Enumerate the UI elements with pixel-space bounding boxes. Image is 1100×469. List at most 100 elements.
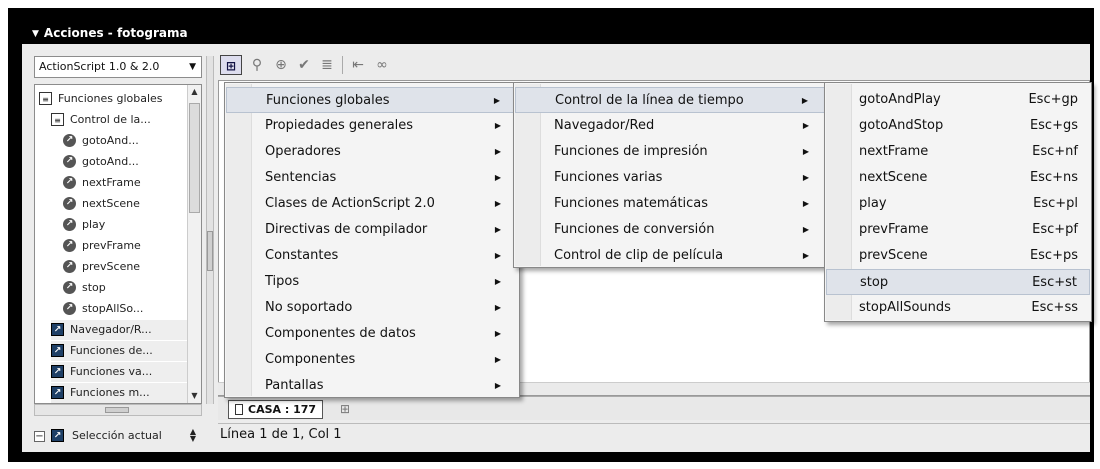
tree-item[interactable]: ↗ nextScene — [63, 194, 140, 214]
function-icon: ↗ — [63, 217, 76, 231]
add-action-menu: Funciones globales ▶ Propiedades generales… — [224, 82, 520, 398]
actionscript-version-select[interactable]: ActionScript 1.0 & 2.0 ▼ — [34, 56, 202, 78]
menu-item[interactable]: prevScene Esc+ps — [826, 243, 1090, 269]
tree-item[interactable]: ↗ stopAllSo... — [63, 299, 143, 319]
tree-item[interactable]: ↗ Navegador/R... — [51, 320, 191, 340]
find-icon[interactable]: ⚲ — [246, 55, 268, 75]
pane-splitter[interactable] — [206, 56, 214, 404]
menu-item[interactable]: prevFrame Esc+pf — [826, 217, 1090, 243]
menu-item-label: nextScene — [859, 170, 928, 185]
submenu-arrow-icon: ▶ — [802, 199, 809, 208]
menu-item[interactable]: Pantallas ▶ — [226, 373, 518, 399]
selection-label: Selección actual — [72, 429, 162, 442]
tree-item[interactable]: ↗ prevScene — [63, 257, 140, 277]
menu-item[interactable]: stop Esc+st — [826, 269, 1090, 295]
submenu-arrow-icon: ▶ — [494, 225, 501, 234]
collapse-triangle-icon[interactable]: ▼ — [32, 29, 39, 39]
horizontal-splitter-grip[interactable] — [105, 407, 129, 413]
tree-item[interactable]: ≡ Funciones globales — [39, 89, 163, 109]
menu-item[interactable]: Funciones de impresión ▶ — [515, 139, 826, 165]
code-hint-icon[interactable]: ⇤ — [347, 55, 369, 75]
chevron-down-icon: ▼ — [189, 62, 196, 72]
menu-item[interactable]: No soportado ▶ — [226, 295, 518, 321]
menu-item[interactable]: Componentes ▶ — [226, 347, 518, 373]
submenu-arrow-icon: ▶ — [494, 303, 501, 312]
scroll-up-icon[interactable]: ▲ — [188, 85, 201, 99]
menu-item[interactable]: Control de la línea de tiempo ▶ — [515, 87, 826, 113]
frame-script-icon — [235, 403, 243, 415]
splitter-grip[interactable] — [207, 231, 213, 271]
scroll-down-icon[interactable]: ▼ — [188, 389, 201, 403]
tree-item[interactable]: ↗ gotoAnd... — [63, 131, 139, 151]
debug-options-icon[interactable]: ∞ — [371, 55, 393, 75]
menu-item[interactable]: Funciones de conversión ▶ — [515, 217, 826, 243]
tree-item[interactable]: ↗ Funciones va... — [51, 362, 191, 382]
tree-item[interactable]: ≡ Control de la... — [51, 110, 151, 130]
pin-script-icon[interactable]: ⊞ — [340, 402, 350, 416]
menu-item[interactable]: play Esc+pl — [826, 191, 1090, 217]
menu-item-label: Funciones de impresión — [554, 144, 708, 159]
timeline-control-submenu: gotoAndPlay Esc+gp gotoAndStop Esc+gs nextFr… — [824, 82, 1092, 322]
tree-item[interactable]: ↗ stop — [63, 278, 106, 298]
script-tab[interactable]: CASA : 177 — [228, 400, 324, 419]
category-icon: ↗ — [51, 322, 64, 336]
menu-item[interactable]: gotoAndPlay Esc+gp — [826, 87, 1090, 113]
add-action-icon[interactable]: ⊞ — [220, 55, 242, 75]
menu-item-label: Operadores — [265, 144, 341, 159]
menu-item-shortcut: Esc+ps — [1029, 248, 1078, 263]
menu-item-shortcut: Esc+nf — [1032, 144, 1078, 159]
menu-item[interactable]: Funciones globales ▶ — [226, 87, 518, 113]
tree-item-label: Funciones va... — [70, 365, 153, 378]
menu-item[interactable]: Sentencias ▶ — [226, 165, 518, 191]
menu-item[interactable]: Funciones varias ▶ — [515, 165, 826, 191]
spinner-icon[interactable]: ▲ ▼ — [190, 428, 196, 443]
auto-format-icon[interactable]: ≣ — [316, 55, 338, 75]
check-syntax-icon[interactable]: ✔ — [293, 55, 315, 75]
menu-item-label: Propiedades generales — [265, 118, 414, 133]
tree-item-label: gotoAnd... — [82, 134, 139, 147]
tree-item[interactable]: ↗ play — [63, 215, 105, 235]
function-icon: ↗ — [63, 301, 76, 315]
script-icon: ↗ — [51, 428, 64, 442]
toolbar-separator — [342, 56, 343, 74]
menu-item[interactable]: gotoAndStop Esc+gs — [826, 113, 1090, 139]
menu-item-label: Funciones varias — [554, 170, 663, 185]
script-navigator-row[interactable]: − ↗ Selección actual ▲ ▼ — [34, 426, 202, 446]
collapse-icon[interactable]: − — [34, 430, 45, 442]
menu-item-shortcut: Esc+ss — [1031, 300, 1078, 315]
submenu-arrow-icon: ▶ — [494, 277, 501, 286]
menu-item[interactable]: nextScene Esc+ns — [826, 165, 1090, 191]
target-path-icon[interactable]: ⊕ — [270, 55, 292, 75]
tree-item[interactable]: ↗ prevFrame — [63, 236, 141, 256]
tree-scrollbar[interactable]: ▲ ▼ — [187, 85, 201, 403]
submenu-arrow-icon: ▶ — [494, 147, 501, 156]
submenu-arrow-icon: ▶ — [494, 381, 501, 390]
tree-item-label: play — [82, 218, 106, 231]
menu-item-label: Componentes de datos — [265, 326, 416, 341]
tree-item-label: prevScene — [82, 260, 141, 273]
actions-toolbox-tree[interactable]: ≡ Funciones globales ≡ Control de la... ↗ got… — [34, 84, 202, 404]
menu-item[interactable]: Operadores ▶ — [226, 139, 518, 165]
menu-item[interactable]: Funciones matemáticas ▶ — [515, 191, 826, 217]
menu-item-label: Tipos — [265, 274, 300, 289]
menu-item[interactable]: Directivas de compilador ▶ — [226, 217, 518, 243]
tree-item[interactable]: ↗ gotoAnd... — [63, 152, 139, 172]
menu-item[interactable]: Clases de ActionScript 2.0 ▶ — [226, 191, 518, 217]
panel-title-bar[interactable]: ▼ Acciones - fotograma — [24, 24, 1090, 43]
menu-item[interactable]: Constantes ▶ — [226, 243, 518, 269]
menu-item[interactable]: Componentes de datos ▶ — [226, 321, 518, 347]
tree-item[interactable]: ↗ Funciones de... — [51, 341, 191, 361]
menu-item[interactable]: nextFrame Esc+nf — [826, 139, 1090, 165]
menu-item[interactable]: Propiedades generales ▶ — [226, 113, 518, 139]
menu-item[interactable]: Tipos ▶ — [226, 269, 518, 295]
tree-item[interactable]: ↗ nextFrame — [63, 173, 141, 193]
menu-item[interactable]: Control de clip de película ▶ — [515, 243, 826, 269]
menu-item[interactable]: Navegador/Red ▶ — [515, 113, 826, 139]
menu-item[interactable]: stopAllSounds Esc+ss — [826, 295, 1090, 321]
scroll-thumb[interactable] — [189, 103, 200, 213]
horizontal-splitter[interactable] — [34, 404, 202, 416]
menu-item-label: Clases de ActionScript 2.0 — [265, 196, 435, 211]
tree-item[interactable]: ↗ Funciones m... — [51, 383, 191, 403]
global-functions-submenu: Control de la línea de tiempo ▶ Navegador/… — [513, 82, 828, 268]
menu-item-label: nextFrame — [859, 144, 929, 159]
